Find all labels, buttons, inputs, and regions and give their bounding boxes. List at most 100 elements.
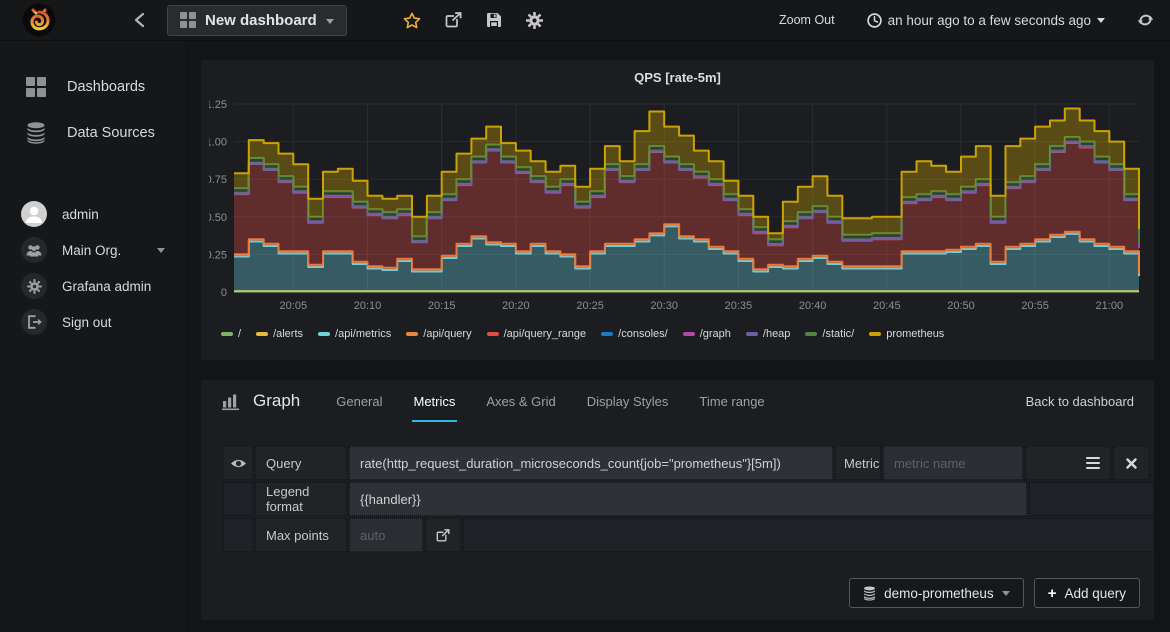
legend-item[interactable]: /api/query xyxy=(406,328,471,340)
sidebar-item-data-sources[interactable]: Data Sources xyxy=(0,110,185,156)
svg-text:20:15: 20:15 xyxy=(428,300,456,312)
tab-metrics[interactable]: Metrics xyxy=(412,382,458,422)
legend-item[interactable]: /consoles/ xyxy=(601,328,668,340)
tab-time-range[interactable]: Time range xyxy=(697,382,766,422)
legend-label: /static/ xyxy=(822,328,854,340)
time-range-picker[interactable]: an hour ago to a few seconds ago xyxy=(861,12,1111,29)
legend-swatch xyxy=(221,332,233,336)
panel-title[interactable]: QPS [rate-5m] xyxy=(201,60,1154,92)
legend-item[interactable]: /static/ xyxy=(805,328,854,340)
legend-format-label: Legend format xyxy=(255,482,347,516)
caret-down-icon xyxy=(157,248,165,253)
dashboard-title: New dashboard xyxy=(205,12,317,29)
svg-text:20:05: 20:05 xyxy=(280,300,308,312)
svg-text:1.25: 1.25 xyxy=(209,99,227,111)
legend-swatch xyxy=(683,332,695,336)
grafana-logo-icon[interactable] xyxy=(22,3,56,37)
datasource-selector-button[interactable]: demo-prometheus xyxy=(849,578,1024,608)
editor-panel-type-label: Graph xyxy=(253,391,300,411)
legend-label: /consoles/ xyxy=(618,328,668,340)
legend-label: /api/query_range xyxy=(504,328,587,340)
editor-actions: demo-prometheus + Add query xyxy=(849,578,1140,608)
svg-text:20:40: 20:40 xyxy=(799,300,827,312)
svg-text:20:10: 20:10 xyxy=(354,300,382,312)
tab-display-styles[interactable]: Display Styles xyxy=(585,382,671,422)
metric-name-input[interactable] xyxy=(884,456,1022,471)
dashboard-actions xyxy=(403,12,543,29)
legend-item[interactable]: /api/metrics xyxy=(318,328,391,340)
legend-label: /api/query xyxy=(423,328,471,340)
legend-item[interactable]: /api/query_range xyxy=(487,328,587,340)
plus-icon: + xyxy=(1048,585,1057,602)
share-button[interactable] xyxy=(445,12,462,28)
save-button[interactable] xyxy=(486,12,502,28)
sign-out-icon xyxy=(21,309,47,335)
grafana-admin-label: Grafana admin xyxy=(62,279,151,294)
max-points-row: Max points xyxy=(223,518,1154,552)
svg-text:1.00: 1.00 xyxy=(209,137,227,149)
legend-item[interactable]: prometheus xyxy=(869,328,944,340)
svg-text:0.75: 0.75 xyxy=(209,174,227,186)
svg-text:20:30: 20:30 xyxy=(650,300,678,312)
query-input[interactable] xyxy=(350,456,832,471)
add-query-label: Add query xyxy=(1064,586,1126,601)
zoom-out-button[interactable]: Zoom Out xyxy=(779,13,835,27)
legend-label: /graph xyxy=(700,328,731,340)
sidebar-item-dashboards[interactable]: Dashboards xyxy=(0,64,185,110)
dashboard-title-button[interactable]: New dashboard xyxy=(167,5,347,36)
svg-text:20:20: 20:20 xyxy=(502,300,530,312)
remove-query-button[interactable] xyxy=(1113,446,1149,480)
refresh-button[interactable] xyxy=(1137,12,1154,28)
query-menu-cell xyxy=(1025,446,1111,480)
add-query-button[interactable]: + Add query xyxy=(1034,578,1140,608)
max-points-input[interactable] xyxy=(350,528,422,543)
star-button[interactable] xyxy=(403,12,421,29)
legend-swatch xyxy=(318,332,330,336)
sidebar-collapse-chevron-icon[interactable] xyxy=(134,12,145,28)
sidebar-item-admin-profile[interactable]: admin xyxy=(0,196,185,232)
tab-general[interactable]: General xyxy=(334,382,384,422)
legend-format-row: Legend format xyxy=(223,482,1154,516)
legend-label: prometheus xyxy=(886,328,944,340)
org-name-label: Main Org. xyxy=(62,243,121,258)
sidebar: Dashboards Data Sources admin Main Org. xyxy=(0,40,185,632)
save-icon xyxy=(486,12,502,28)
panel-editor: Graph General Metrics Axes & Grid Displa… xyxy=(201,380,1154,620)
sidebar-item-main-org[interactable]: Main Org. xyxy=(0,232,185,268)
tab-axes-grid[interactable]: Axes & Grid xyxy=(484,382,557,422)
main-content: QPS [rate-5m] 00.250.500.751.001.2520:05… xyxy=(185,40,1170,632)
caret-down-icon xyxy=(1097,18,1105,23)
dashboard-grid-icon xyxy=(180,12,196,28)
back-to-dashboard-link[interactable]: Back to dashboard xyxy=(1026,394,1134,409)
toggle-query-visibility-button[interactable] xyxy=(223,446,253,480)
legend-label: / xyxy=(238,328,241,340)
query-menu-icon[interactable] xyxy=(1086,457,1100,470)
metric-input-cell xyxy=(883,446,1023,480)
legend-item[interactable]: /heap xyxy=(746,328,791,340)
svg-text:0.50: 0.50 xyxy=(209,212,227,224)
graph-panel: QPS [rate-5m] 00.250.500.751.001.2520:05… xyxy=(201,60,1154,360)
settings-gear-button[interactable] xyxy=(526,12,543,29)
chart-legend: / /alerts/api/metrics/api/query/api/query… xyxy=(201,328,1154,340)
empty-cell xyxy=(463,518,1154,552)
legend-format-input[interactable] xyxy=(350,492,1026,507)
legend-label: /api/metrics xyxy=(335,328,391,340)
star-icon xyxy=(404,13,419,27)
qps-chart[interactable]: 00.250.500.751.001.2520:0520:1020:1520:2… xyxy=(209,92,1146,324)
legend-item[interactable]: /graph xyxy=(683,328,731,340)
sign-out-label: Sign out xyxy=(62,315,112,330)
max-points-link-button[interactable] xyxy=(425,518,461,552)
legend-swatch xyxy=(256,332,268,336)
legend-item[interactable]: / xyxy=(221,328,241,340)
sidebar-item-sign-out[interactable]: Sign out xyxy=(0,304,185,340)
query-editor-table: Query Metric Legend format xyxy=(223,446,1154,552)
database-icon xyxy=(24,122,48,144)
close-icon xyxy=(1126,458,1137,469)
legend-swatch xyxy=(601,332,613,336)
svg-text:20:25: 20:25 xyxy=(576,300,604,312)
legend-item[interactable]: /alerts xyxy=(256,328,303,340)
editor-panel-type: Graph xyxy=(221,391,300,411)
sidebar-item-grafana-admin[interactable]: Grafana admin xyxy=(0,268,185,304)
row-spacer-cell xyxy=(223,482,253,516)
max-points-input-cell xyxy=(349,518,423,552)
